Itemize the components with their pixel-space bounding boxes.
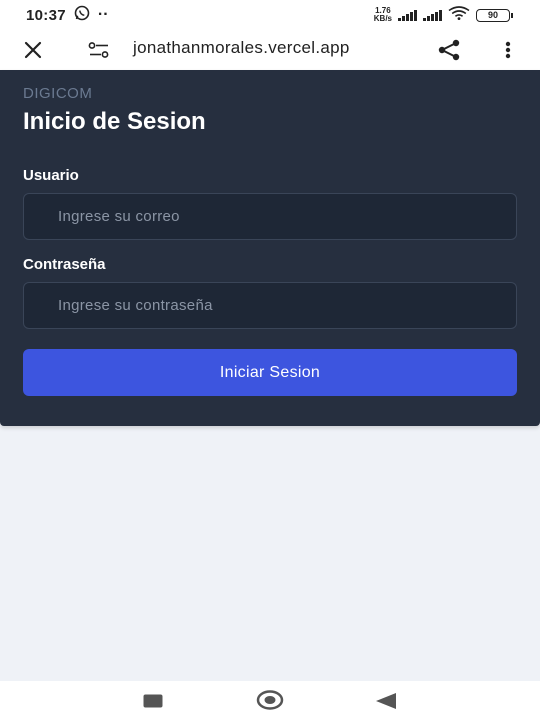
network-speed: 1.76 KB/s (374, 7, 392, 23)
page-title: Inicio de Sesion (23, 108, 206, 135)
share-icon[interactable] (436, 37, 462, 63)
status-left: 10:37 ·· (26, 5, 109, 25)
close-icon[interactable] (22, 39, 44, 61)
status-right: 1.76 KB/s 90 (374, 5, 513, 25)
status-bar: 10:37 ·· 1.76 KB/s 90 (0, 0, 540, 30)
login-card: DIGICOM Inicio de Sesion Usuario Contras… (0, 70, 540, 426)
username-label: Usuario (23, 167, 79, 184)
brand-name: DIGICOM (23, 85, 93, 102)
signal-strength-2-icon (423, 9, 442, 21)
system-navigation-bar (0, 681, 540, 720)
url-text[interactable]: jonathanmorales.vercel.app (133, 38, 350, 58)
tune-icon[interactable] (88, 39, 110, 61)
triangle-back-icon[interactable] (375, 692, 397, 715)
network-speed-unit: KB/s (373, 14, 392, 23)
browser-toolbar: jonathanmorales.vercel.app (0, 30, 540, 70)
login-button[interactable]: Iniciar Sesion (23, 349, 517, 396)
wifi-icon (448, 5, 470, 25)
square-icon[interactable] (143, 694, 163, 713)
battery-indicator: 90 (476, 8, 513, 22)
password-input[interactable] (23, 282, 517, 329)
username-input[interactable] (23, 193, 517, 240)
notification-dots: ·· (97, 6, 109, 23)
battery-level: 90 (487, 10, 498, 20)
signal-strength-1-icon (398, 9, 417, 21)
circle-icon[interactable] (256, 689, 284, 716)
more-vert-icon[interactable] (500, 39, 516, 61)
whatsapp-icon (74, 5, 90, 25)
password-label: Contraseña (23, 256, 106, 273)
status-time: 10:37 (26, 6, 66, 24)
